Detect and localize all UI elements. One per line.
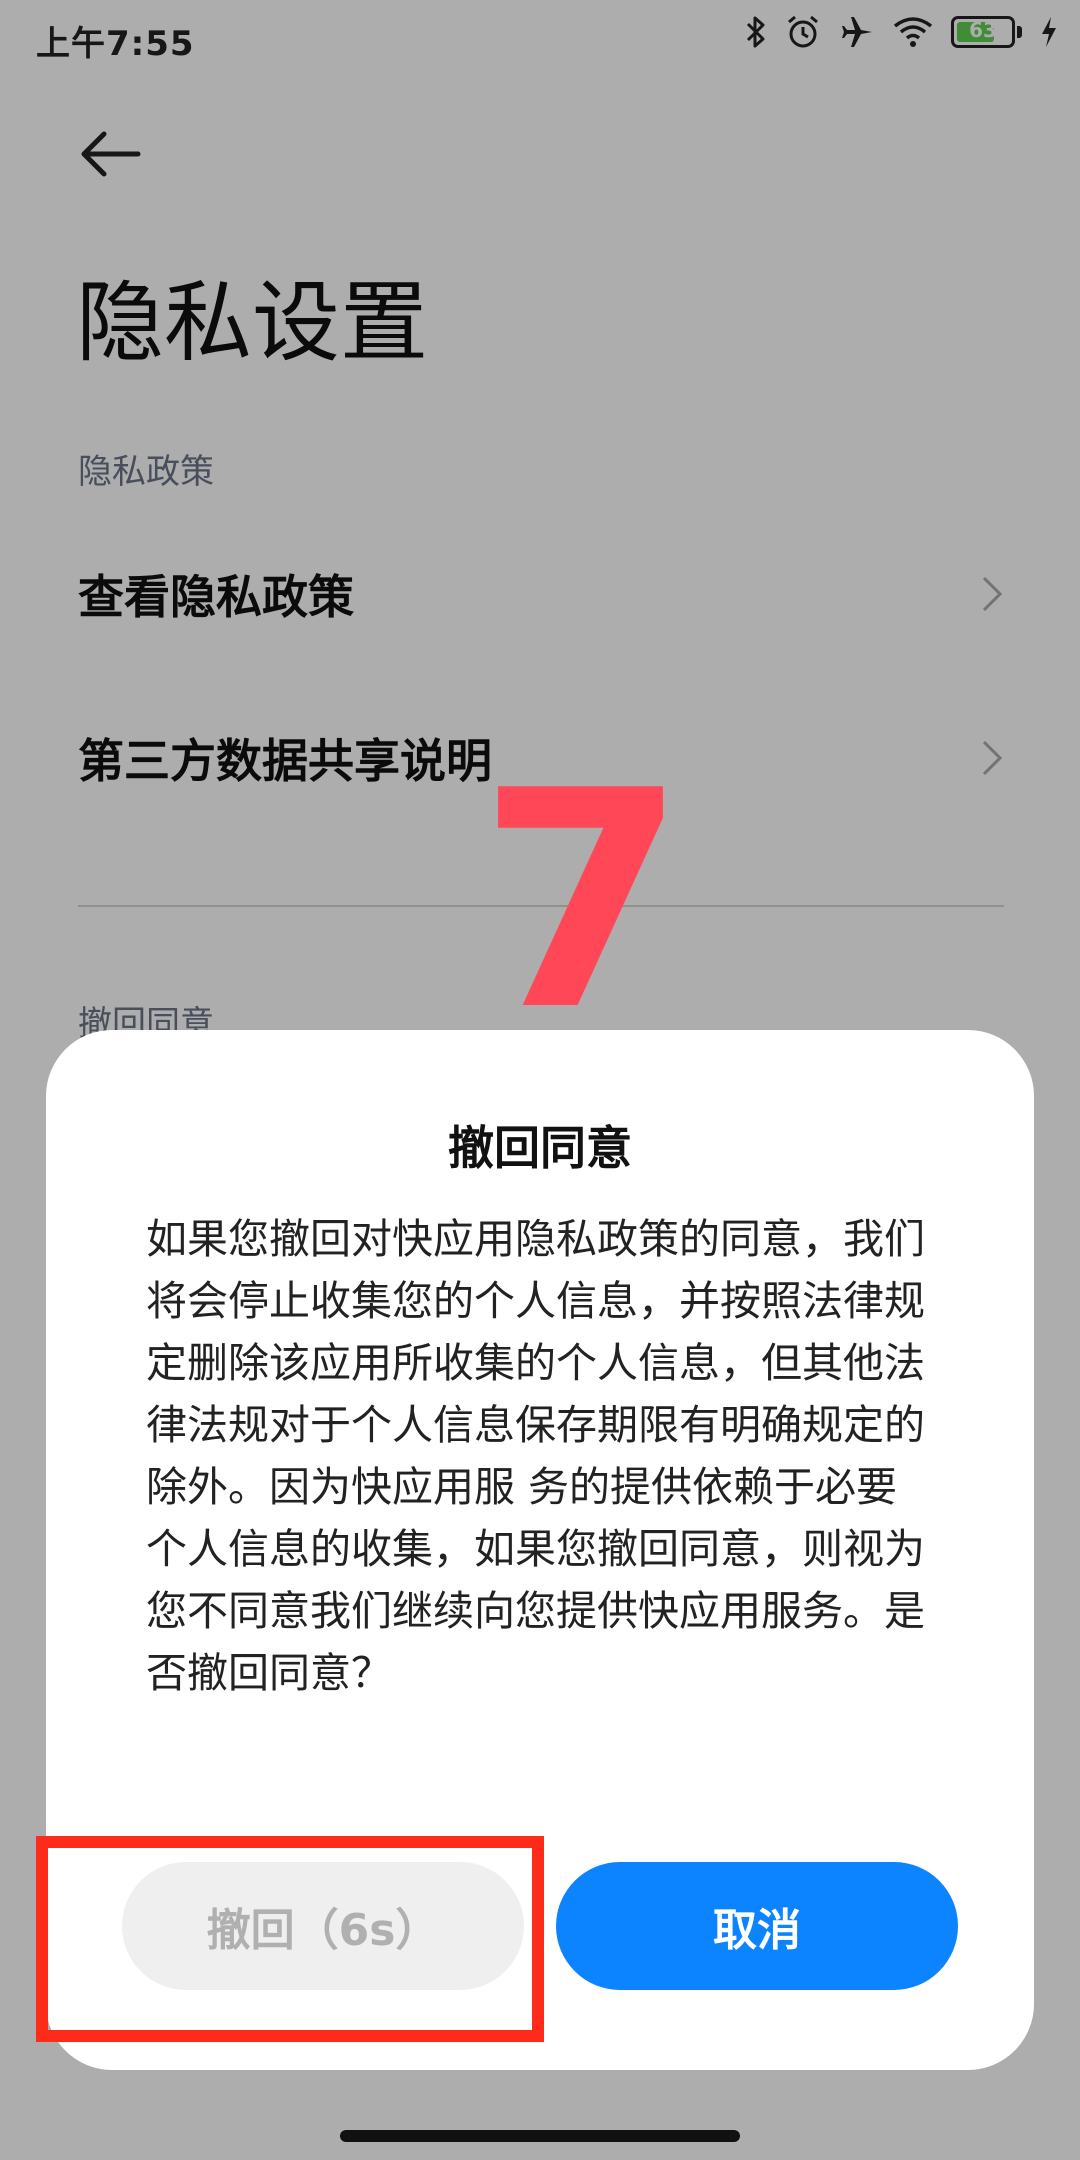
home-indicator[interactable] — [340, 2130, 740, 2142]
annotation-number: 7 — [478, 727, 687, 1076]
dialog-title: 撤回同意 — [448, 1121, 632, 1175]
cancel-button[interactable]: 取消 — [556, 1862, 958, 1990]
dialog-message: 如果您撤回对快应用隐私政策的同意，我们将会停止收集您的个人信息，并按照法律规定删… — [146, 1215, 925, 1697]
highlight-box — [36, 1836, 544, 2042]
